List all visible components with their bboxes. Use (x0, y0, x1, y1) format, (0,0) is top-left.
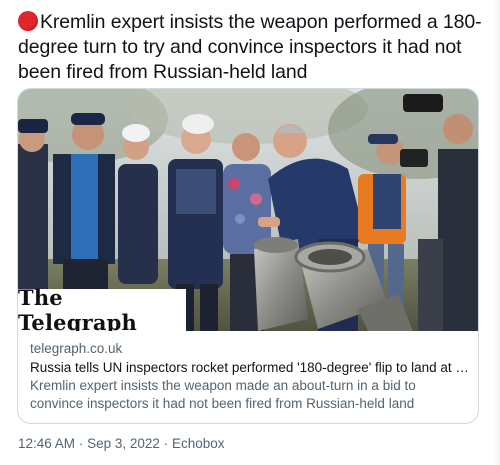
tweet-timestamp: 12:46 AM · Sep 3, 2022 · Echobox (18, 436, 224, 451)
card-title[interactable]: Russia tells UN inspectors rocket perfor… (30, 358, 470, 377)
tweet: Kremlin expert insists the weapon perfor… (0, 0, 500, 465)
tweet-body: Kremlin expert insists the weapon perfor… (18, 11, 482, 83)
card-domain[interactable]: telegraph.co.uk (30, 339, 470, 358)
edge-shadow (494, 0, 500, 465)
telegraph-logo: The Telegraph (18, 285, 138, 331)
card-description: Kremlin expert insists the weapon made a… (30, 378, 416, 411)
brand-logo-box: The Telegraph (18, 285, 186, 331)
tweet-time[interactable]: 12:46 AM (18, 436, 75, 451)
card-image[interactable]: The Telegraph (18, 89, 478, 331)
red-circle-icon (18, 11, 38, 31)
tweet-text: Kremlin expert insists the weapon perfor… (18, 10, 488, 85)
tweet-date[interactable]: Sep 3, 2022 (87, 436, 160, 451)
tweet-source: Echobox (171, 436, 225, 451)
link-preview-card[interactable]: The Telegraph telegraph.co.uk Russia tel… (17, 88, 479, 424)
card-meta[interactable]: telegraph.co.uk Russia tells UN inspecto… (30, 339, 470, 413)
separator-dot: · (78, 436, 84, 451)
separator-dot: · (163, 436, 169, 451)
